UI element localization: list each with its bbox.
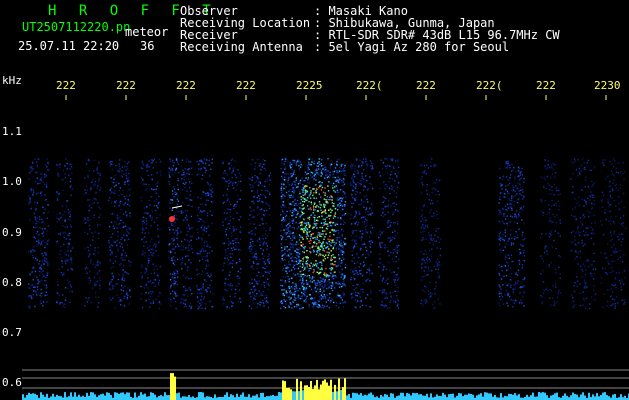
x-tick-label: 2225 — [296, 79, 323, 92]
antenna-value: : 5el Yagi Az 280 for Seoul — [314, 40, 510, 54]
y-tick-label: 1.0 — [2, 175, 22, 188]
x-tick-label: 2230 — [594, 79, 621, 92]
y-tick-label: 0.8 — [2, 276, 22, 289]
y-tick-label: 0.9 — [2, 226, 22, 239]
spectrogram — [22, 95, 629, 400]
x-tick-label: 222 — [176, 79, 196, 92]
x-tick-label: 222 — [56, 79, 76, 92]
y-tick-label: 0.7 — [2, 326, 22, 339]
x-tick-label: 222 — [536, 79, 556, 92]
antenna-label: Receiving Antenna — [180, 40, 303, 54]
hroft-screen: H R O F F T UT2507112220.pn meteor 25.07… — [0, 0, 629, 400]
meteor-count: 36 — [140, 39, 155, 53]
y-tick-label: 1.1 — [2, 125, 22, 138]
file-name: UT2507112220.pn — [22, 20, 131, 34]
timestamp: 25.07.11 22:20 — [18, 39, 120, 53]
x-tick-label: 222( — [476, 79, 503, 92]
axis-unit-label: kHz — [2, 74, 22, 87]
y-tick-label: 0.6 — [2, 376, 22, 389]
x-tick-label: 222 — [236, 79, 256, 92]
x-tick-label: 222 — [116, 79, 136, 92]
x-tick-label: 222( — [356, 79, 383, 92]
detection-tag: meteor — [125, 25, 169, 39]
x-tick-label: 222 — [416, 79, 436, 92]
